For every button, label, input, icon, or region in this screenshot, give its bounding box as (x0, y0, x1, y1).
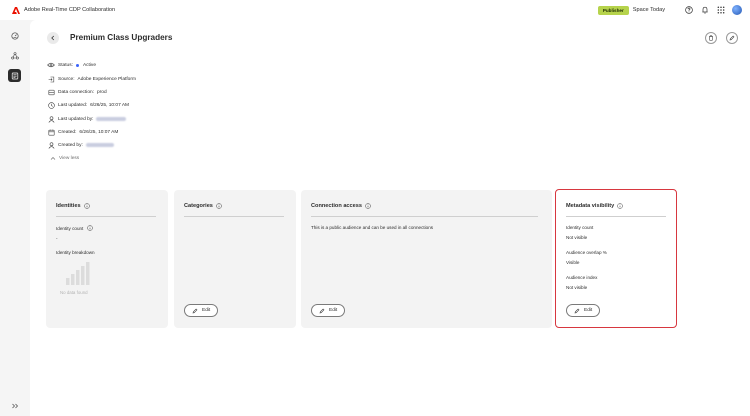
card-divider (311, 216, 538, 217)
card-divider (566, 216, 666, 217)
identity-count-visibility-label: Identity count (566, 225, 594, 230)
view-less-label: View less (59, 156, 80, 161)
edit-pencil-icon (192, 308, 198, 313)
last-updated-label: Last updated: (58, 102, 88, 108)
user-icon (47, 115, 55, 123)
categories-edit-button[interactable]: Edit (184, 304, 219, 317)
last-updated-by-label: Last updated by: (58, 116, 94, 122)
categories-title-text: Categories (184, 203, 213, 209)
source-label: Source: (58, 76, 75, 82)
info-icon[interactable] (617, 203, 623, 209)
audience-overlap-visibility-label: Audience overlap % (566, 250, 607, 255)
identity-count-value: - (56, 236, 58, 241)
last-updated-by-redacted (96, 117, 127, 121)
audiences-icon[interactable] (8, 69, 21, 82)
clock-icon (47, 101, 55, 109)
last-updated-row: Last updated: 6/26/25, 10:07 AM (47, 101, 129, 109)
delete-button[interactable] (705, 32, 717, 44)
page-title: Premium Class Upgraders (70, 33, 173, 42)
home-icon[interactable] (8, 29, 21, 42)
audience-index-visibility-label: Audience index (566, 275, 598, 280)
identities-card: Identities Identity count - Identity bre… (46, 190, 168, 328)
metadata-visibility-edit-button[interactable]: Edit (566, 304, 601, 317)
identities-title: Identities (56, 203, 90, 209)
identity-breakdown-label: Identity breakdown (56, 250, 95, 255)
created-by-label: Created by: (58, 142, 83, 148)
info-icon[interactable] (365, 203, 371, 209)
apps-grid-icon[interactable] (716, 6, 725, 15)
audience-overlap-visibility-value: Visible (566, 260, 580, 265)
metadata-visibility-title: Metadata visibility (566, 203, 623, 209)
connection-access-title-text: Connection access (311, 203, 362, 209)
audience-index-visibility-value: Not visible (566, 285, 588, 290)
eye-icon (47, 61, 55, 69)
connection-access-description: This is a public audience and can be use… (311, 225, 434, 230)
metadata-visibility-edit-label: Edit (584, 308, 593, 313)
created-row: Created: 6/26/25, 10:07 AM (47, 128, 118, 136)
edit-pencil-icon (574, 308, 580, 313)
categories-title: Categories (184, 203, 222, 209)
app-title[interactable]: Adobe Real-Time CDP Collaboration (24, 7, 115, 13)
no-data-text: No data found (60, 290, 88, 295)
categories-edit-label: Edit (202, 308, 211, 313)
metadata-visibility-title-text: Metadata visibility (566, 203, 615, 209)
top-bar: Adobe Real-Time CDP Collaboration Publis… (0, 0, 750, 20)
edit-pencil-icon (729, 35, 735, 41)
info-icon[interactable] (216, 203, 222, 209)
edit-pencil-icon (319, 308, 325, 313)
trash-icon (709, 35, 713, 41)
categories-card: Categories Edit (174, 190, 296, 328)
identity-count-label: Identity count (56, 225, 84, 231)
empty-bar-chart-icon (66, 262, 90, 285)
status-label: Status: (58, 62, 73, 68)
created-by-row: Created by: (47, 141, 114, 149)
data-connection-label: Data connection: (58, 89, 95, 95)
bell-icon[interactable] (700, 6, 709, 15)
status-row: Status: Active (47, 61, 96, 69)
info-icon[interactable] (83, 203, 90, 209)
chevron-left-icon (51, 35, 55, 41)
main-panel: Premium Class Upgraders Status: Active S… (30, 20, 750, 416)
last-updated-by-row: Last updated by: (47, 115, 127, 123)
view-less-toggle[interactable]: View less (50, 156, 79, 161)
card-divider (184, 216, 284, 217)
last-updated-value: 6/26/25, 10:07 AM (90, 102, 130, 108)
role-badge: Publisher (597, 5, 629, 15)
edit-button[interactable] (726, 32, 738, 44)
identity-count-label-row: Identity count (56, 225, 94, 231)
left-rail (0, 20, 30, 416)
chevron-up-icon (50, 157, 56, 160)
adobe-logo-icon[interactable] (11, 5, 21, 15)
database-icon (47, 88, 55, 96)
identities-title-text: Identities (56, 203, 81, 209)
info-icon[interactable] (87, 225, 94, 231)
user-icon (47, 141, 55, 149)
source-row: Source: Adobe Experience Platform (47, 75, 136, 83)
source-icon (47, 75, 55, 83)
expand-double-chevron-icon[interactable] (8, 399, 21, 412)
data-connection-row: Data connection: prod (47, 88, 107, 96)
connections-icon[interactable] (8, 49, 21, 62)
calendar-icon (47, 128, 55, 136)
created-value: 6/26/25, 10:07 AM (79, 129, 119, 135)
created-label: Created: (58, 129, 77, 135)
source-value: Adobe Experience Platform (77, 76, 136, 82)
created-by-redacted (85, 143, 114, 147)
metadata-visibility-card: Metadata visibility Identity count Not v… (555, 189, 677, 328)
space-switcher[interactable]: Space Today (633, 7, 665, 13)
connection-access-title: Connection access (311, 203, 371, 209)
card-divider (56, 216, 156, 217)
data-connection-value: prod (97, 89, 107, 95)
identity-count-visibility-value: Not visible (566, 235, 588, 240)
connection-access-edit-button[interactable]: Edit (311, 304, 346, 317)
avatar[interactable] (732, 5, 742, 15)
help-icon[interactable] (684, 6, 693, 15)
back-button[interactable] (47, 32, 59, 44)
connection-access-card: Connection access This is a public audie… (301, 190, 552, 328)
status-dot (75, 63, 79, 67)
connection-access-edit-label: Edit (329, 308, 338, 313)
status-value: Active (82, 62, 97, 68)
